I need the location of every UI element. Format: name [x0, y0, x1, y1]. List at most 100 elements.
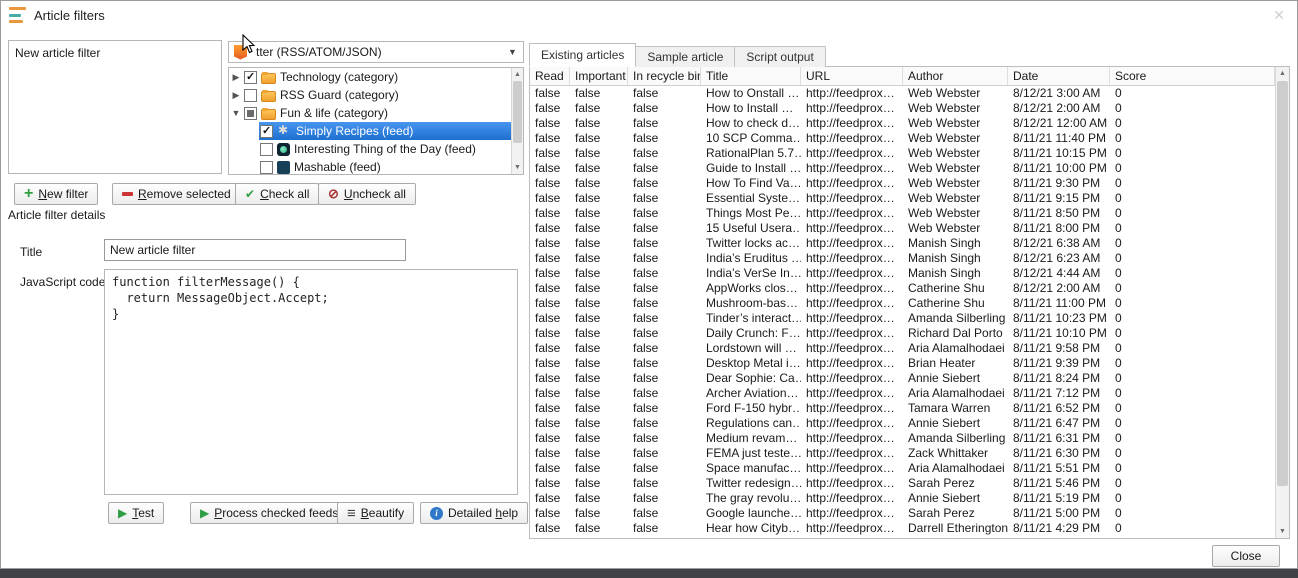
tab-existing-articles[interactable]: Existing articles [529, 43, 636, 67]
remove-selected-button[interactable]: Remove selected [112, 183, 241, 205]
table-row[interactable]: falsefalsefalseHear how Cityb…http://fee… [530, 521, 1275, 536]
tree-expand-arrow[interactable]: ▼ [229, 108, 243, 118]
process-checked-feeds-button[interactable]: Process checked feeds [190, 502, 348, 524]
checkbox[interactable] [260, 143, 273, 156]
table-row[interactable]: falsefalsefalseHow to check d…http://fee… [530, 116, 1275, 131]
table-row[interactable]: falsefalsefalseHow To Find Va…http://fee… [530, 176, 1275, 191]
table-cell: 8/11/21 6:47 PM [1008, 416, 1110, 431]
table-row[interactable]: falsefalsefalseGoogle launche…http://fee… [530, 506, 1275, 521]
table-row[interactable]: falsefalsefalseRationalPlan 5.7…http://f… [530, 146, 1275, 161]
table-row[interactable]: falsefalsefalseFEMA just teste…http://fe… [530, 446, 1275, 461]
table-row[interactable]: falsefalsefalseMedium revam…http://feedp… [530, 431, 1275, 446]
table-row[interactable]: falsefalsefalseIndia’s Eruditus …http://… [530, 251, 1275, 266]
table-row[interactable]: falsefalsefalseEssential Syste…http://fe… [530, 191, 1275, 206]
tree-item-body[interactable]: Interesting Thing of the Day (feed) [259, 140, 511, 158]
column-header-important[interactable]: Important [570, 67, 628, 85]
table-row[interactable]: falsefalsefalseRegulations can…http://fe… [530, 416, 1275, 431]
table-row[interactable]: falsefalsefalseLordstown will …http://fe… [530, 341, 1275, 356]
checkbox[interactable] [244, 89, 257, 102]
tree-item[interactable]: Interesting Thing of the Day (feed) [229, 140, 511, 158]
check-all-button[interactable]: Check all [235, 183, 319, 205]
filter-list-item[interactable]: New article filter [15, 45, 215, 61]
folder-icon [261, 91, 276, 102]
table-scrollbar[interactable]: ▲ ▼ [1275, 67, 1289, 538]
column-header-url[interactable]: URL [801, 67, 903, 85]
article-filter-details-label: Article filter details [8, 208, 105, 222]
table-row[interactable]: falsefalsefalseMushroom-bas…http://feedp… [530, 296, 1275, 311]
checkbox[interactable] [260, 125, 273, 138]
table-row[interactable]: falsefalsefalseGuide to Install …http://… [530, 161, 1275, 176]
column-header-score[interactable]: Score [1110, 67, 1275, 85]
code-editor[interactable]: function filterMessage() { return Messag… [104, 269, 518, 495]
table-row[interactable]: falsefalsefalseHow to Onstall …http://fe… [530, 86, 1275, 101]
table-cell: Web Webster [903, 221, 1008, 236]
scroll-up-icon[interactable]: ▲ [512, 68, 523, 81]
account-combo[interactable]: tter (RSS/ATOM/JSON) ▼ [228, 41, 524, 63]
table-cell: 8/11/21 4:29 PM [1008, 521, 1110, 536]
checkbox[interactable] [260, 161, 273, 174]
table-row[interactable]: falsefalsefalseThe gray revolu…http://fe… [530, 491, 1275, 506]
column-header-title[interactable]: Title [701, 67, 801, 85]
table-row[interactable]: falsefalsefalseArcher Aviation…http://fe… [530, 386, 1275, 401]
scroll-up-icon[interactable]: ▲ [1276, 67, 1289, 80]
checkbox[interactable] [244, 107, 257, 120]
table-row[interactable]: falsefalsefalseThings Most Pe…http://fee… [530, 206, 1275, 221]
table-row[interactable]: falsefalsefalse15 Useful Usera…http://fe… [530, 221, 1275, 236]
chevron-down-icon[interactable]: ▼ [504, 43, 521, 61]
tree-item-body[interactable]: Technology (category) [243, 68, 511, 86]
info-icon [430, 507, 443, 520]
tree-expand-arrow[interactable]: ▶ [229, 90, 243, 101]
table-row[interactable]: falsefalsefalseTwitter locks ac…http://f… [530, 236, 1275, 251]
new-filter-button[interactable]: New filter [14, 183, 98, 205]
table-scrollbar-thumb[interactable] [1277, 81, 1288, 486]
table-cell: false [530, 161, 570, 176]
scroll-down-icon[interactable]: ▼ [1276, 525, 1289, 538]
column-header-in-recycle-bin[interactable]: In recycle bin [628, 67, 701, 85]
checkbox[interactable] [244, 71, 257, 84]
detailed-help-button[interactable]: Detailed help [420, 502, 528, 524]
table-row[interactable]: falsefalsefalseFord F-150 hybr…http://fe… [530, 401, 1275, 416]
tree-expand-arrow[interactable]: ▶ [229, 72, 243, 83]
table-row[interactable]: falsefalsefalseTinder’s interact…http://… [530, 311, 1275, 326]
table-cell: http://feedprox… [801, 371, 903, 386]
beautify-button[interactable]: Beautify [337, 502, 414, 524]
tree-item-body[interactable]: RSS Guard (category) [243, 86, 511, 104]
table-row[interactable]: falsefalsefalseDear Sophie: Ca…http://fe… [530, 371, 1275, 386]
table-row[interactable]: falsefalsefalseTwitter redesign…http://f… [530, 476, 1275, 491]
table-row[interactable]: falsefalsefalseSpace manufac…http://feed… [530, 461, 1275, 476]
table-row[interactable]: falsefalsefalseDesktop Metal i…http://fe… [530, 356, 1275, 371]
table-cell: 0 [1110, 521, 1275, 536]
tree-item[interactable]: ▼Fun & life (category) [229, 104, 511, 122]
column-header-read[interactable]: Read [530, 67, 570, 85]
close-icon[interactable]: ✕ [1273, 7, 1285, 24]
tab-sample-article[interactable]: Sample article [635, 46, 735, 67]
table-cell: false [628, 356, 701, 371]
table-cell: 8/11/21 5:19 PM [1008, 491, 1110, 506]
tab-script-output[interactable]: Script output [734, 46, 825, 67]
filter-list[interactable]: New article filter [8, 40, 222, 174]
test-button[interactable]: Test [108, 502, 164, 524]
tree-scrollbar-thumb[interactable] [513, 81, 522, 143]
tree-item-body[interactable]: Fun & life (category) [243, 104, 511, 122]
tree-scrollbar[interactable]: ▲ ▼ [511, 68, 523, 174]
close-button[interactable]: Close [1212, 545, 1280, 567]
uncheck-all-label: Uncheck all [344, 187, 406, 201]
table-row[interactable]: falsefalsefalseDaily Crunch: F…http://fe… [530, 326, 1275, 341]
tree-item-body[interactable]: Mashable (feed) [259, 158, 511, 174]
table-cell: Regulations can… [701, 416, 801, 431]
tree-item[interactable]: ▶Technology (category) [229, 68, 511, 86]
title-input[interactable] [104, 239, 406, 261]
tree-item-body[interactable]: Simply Recipes (feed) [259, 122, 511, 140]
column-header-author[interactable]: Author [903, 67, 1008, 85]
tree-item[interactable]: Simply Recipes (feed) [229, 122, 511, 140]
column-header-date[interactable]: Date [1008, 67, 1110, 85]
tree-item[interactable]: Mashable (feed) [229, 158, 511, 174]
uncheck-all-button[interactable]: Uncheck all [318, 183, 416, 205]
table-row[interactable]: falsefalsefalseIndia’s VerSe In…http://f… [530, 266, 1275, 281]
tree-item-label: Simply Recipes (feed) [296, 124, 413, 138]
table-row[interactable]: falsefalsefalseAppWorks clos…http://feed… [530, 281, 1275, 296]
table-row[interactable]: falsefalsefalse10 SCP Comma…http://feedp… [530, 131, 1275, 146]
table-row[interactable]: falsefalsefalseHow to Install …http://fe… [530, 101, 1275, 116]
tree-item[interactable]: ▶RSS Guard (category) [229, 86, 511, 104]
scroll-down-icon[interactable]: ▼ [512, 161, 523, 174]
